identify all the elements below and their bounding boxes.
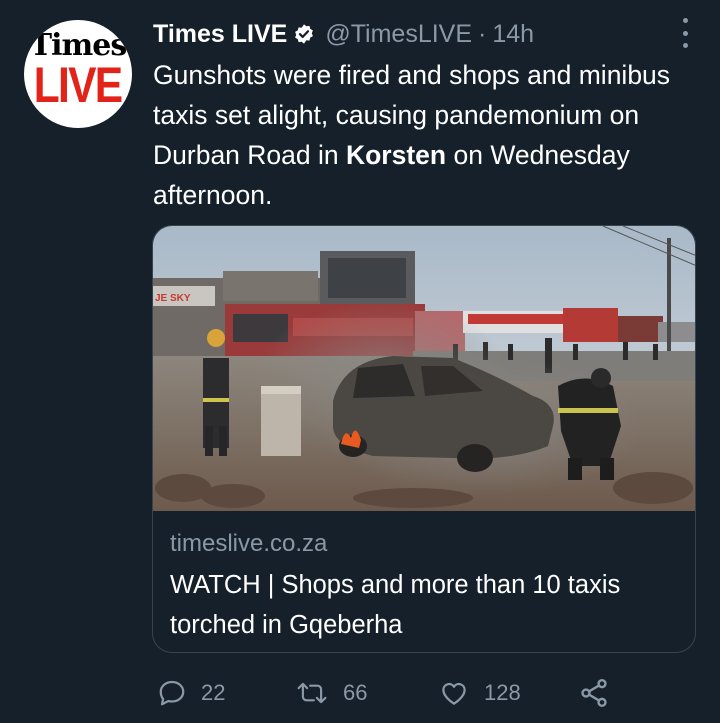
display-name[interactable]: Times LIVE [153, 20, 287, 49]
retweet-icon [297, 682, 327, 704]
share-button[interactable] [578, 670, 610, 716]
tweet-text: Gunshots were fired and shops and minibu… [153, 55, 673, 215]
shop-sign-text: JE SKY [155, 293, 191, 304]
timestamp[interactable]: 14h [492, 20, 534, 49]
reply-button[interactable]: 22 [157, 670, 225, 716]
like-count: 128 [484, 680, 521, 705]
avatar[interactable]: Times LIVE [24, 20, 132, 128]
tweet-actions: 22 66 128 [0, 670, 720, 716]
retweet-count: 66 [343, 680, 368, 705]
avatar-logo-live: LIVE [34, 57, 123, 113]
verified-badge-icon [293, 23, 315, 45]
handle[interactable]: @TimesLIVE [325, 20, 472, 49]
avatar-logo-times: Times [29, 28, 127, 63]
more-dot [682, 43, 688, 48]
more-dot [682, 30, 688, 36]
like-button[interactable]: 128 [438, 670, 521, 716]
tweet-header: Times LIVE @TimesLIVE · 14h [153, 16, 680, 52]
card-title[interactable]: WATCH | Shops and more than 10 taxis tor… [170, 565, 678, 645]
separator-dot: · [478, 19, 487, 48]
card-domain[interactable]: timeslive.co.za [170, 529, 678, 559]
card-image: JE SKY [153, 226, 695, 511]
like-icon [442, 682, 466, 705]
tweet-text-bold: Korsten [345, 140, 447, 170]
retweet-button[interactable]: 66 [295, 670, 367, 716]
reply-icon [159, 680, 185, 706]
more-dot [682, 18, 688, 23]
card-meta: timeslive.co.za WATCH | Shops and more t… [170, 529, 678, 645]
link-card[interactable]: JE SKY timeslive.co.za WATCH | Shops and… [152, 225, 696, 653]
share-icon [581, 679, 607, 707]
reply-count: 22 [201, 680, 226, 705]
more-options-icon[interactable] [678, 18, 692, 48]
